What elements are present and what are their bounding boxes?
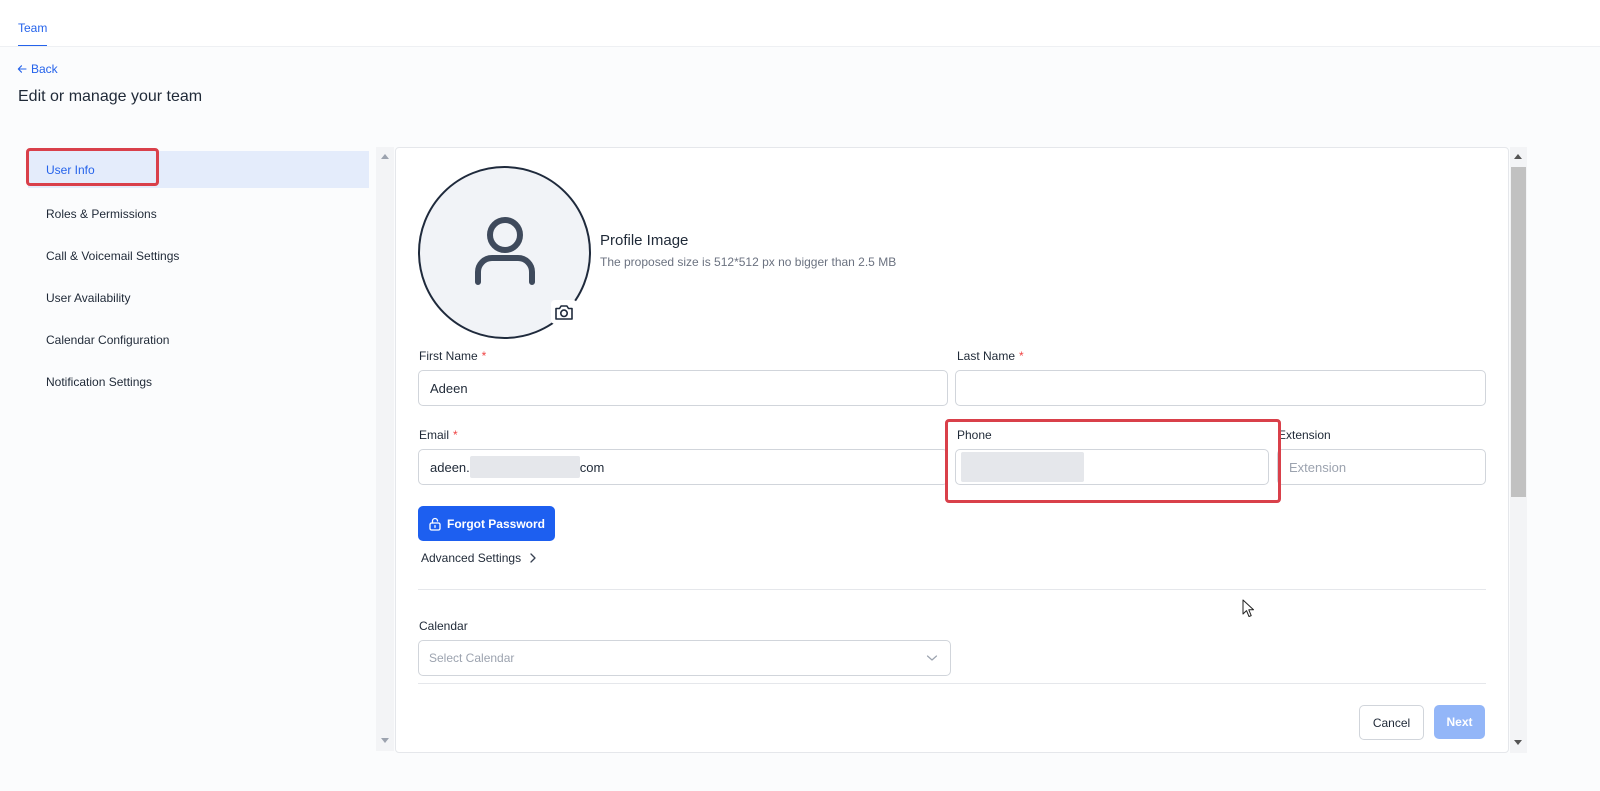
- profile-image-title: Profile Image: [600, 232, 689, 249]
- chevron-right-icon: [530, 553, 536, 563]
- forgot-password-label: Forgot Password: [446, 516, 545, 531]
- sidebar-item-user-availability[interactable]: User Availability: [28, 277, 369, 319]
- redacted-area: [961, 452, 1084, 482]
- cancel-button[interactable]: Cancel: [1359, 705, 1424, 740]
- user-icon: [475, 217, 535, 285]
- scrollbar-thumb[interactable]: [1511, 167, 1526, 497]
- chevron-down-icon: [926, 655, 938, 661]
- email-label: Email *: [419, 428, 458, 442]
- sidebar-item-label: Calendar Configuration: [46, 333, 170, 347]
- calendar-select[interactable]: Select Calendar: [418, 640, 951, 676]
- last-name-input[interactable]: [955, 370, 1486, 406]
- unlock-icon: [429, 517, 441, 531]
- extension-label: Extension: [1278, 428, 1331, 442]
- sidebar-item-calendar-configuration[interactable]: Calendar Configuration: [28, 319, 369, 361]
- required-asterisk: *: [481, 349, 487, 363]
- sidebar-item-label: Roles & Permissions: [46, 207, 157, 221]
- phone-label: Phone: [957, 428, 992, 442]
- back-label: Back: [31, 62, 58, 76]
- sidebar-item-label: Notification Settings: [46, 375, 153, 389]
- page-title: Edit or manage your team: [18, 88, 203, 105]
- first-name-input[interactable]: Adeen: [418, 370, 948, 406]
- extension-input[interactable]: Extension: [1277, 449, 1486, 485]
- email-value-start: adeen.: [430, 459, 470, 475]
- sidebar-item-label: User Info: [46, 162, 95, 177]
- redacted-area: [469, 456, 580, 478]
- sidebar-item-call-voicemail[interactable]: Call & Voicemail Settings: [28, 235, 369, 277]
- sidebar-item-notification-settings[interactable]: Notification Settings: [28, 361, 369, 403]
- first-name-label: First Name *: [419, 349, 487, 363]
- advanced-settings-toggle[interactable]: Advanced Settings: [421, 551, 537, 565]
- sidebar-item-label: Call & Voicemail Settings: [46, 249, 180, 263]
- next-button[interactable]: Next: [1434, 705, 1485, 739]
- section-divider: [418, 683, 1486, 684]
- phone-input[interactable]: [955, 449, 1269, 485]
- sidebar-item-label: User Availability: [46, 291, 131, 305]
- back-link[interactable]: Back: [17, 62, 58, 76]
- calendar-select-placeholder: Select Calendar: [429, 651, 515, 665]
- sidebar-scrollbar[interactable]: [376, 147, 394, 751]
- sidebar-item-roles-permissions[interactable]: Roles & Permissions: [28, 193, 369, 235]
- email-input[interactable]: adeen. com: [418, 449, 948, 485]
- mouse-cursor-icon: [1242, 599, 1254, 617]
- profile-image-hint: The proposed size is 512*512 px no bigge…: [600, 255, 897, 269]
- top-tab-bar: Team: [0, 0, 1600, 47]
- section-divider: [418, 589, 1486, 590]
- sidebar-item-user-info[interactable]: User Info: [28, 151, 369, 188]
- scroll-up-arrow[interactable]: [381, 154, 389, 159]
- required-asterisk: *: [453, 428, 458, 442]
- last-name-label: Last Name *: [957, 349, 1024, 363]
- scroll-down-arrow[interactable]: [1514, 740, 1522, 745]
- calendar-label: Calendar: [419, 619, 468, 633]
- required-asterisk: *: [1019, 349, 1024, 363]
- settings-sidebar: User Info Roles & Permissions Call & Voi…: [28, 151, 369, 403]
- email-value-end: com: [579, 459, 605, 475]
- content-scrollbar[interactable]: [1510, 147, 1527, 753]
- forgot-password-button[interactable]: Forgot Password: [418, 506, 555, 541]
- scroll-down-arrow[interactable]: [381, 738, 389, 743]
- arrow-left-icon: [17, 65, 27, 73]
- camera-icon[interactable]: [551, 300, 577, 324]
- scroll-up-arrow[interactable]: [1514, 154, 1522, 159]
- tab-team[interactable]: Team: [18, 21, 48, 46]
- advanced-settings-label: Advanced Settings: [421, 551, 522, 565]
